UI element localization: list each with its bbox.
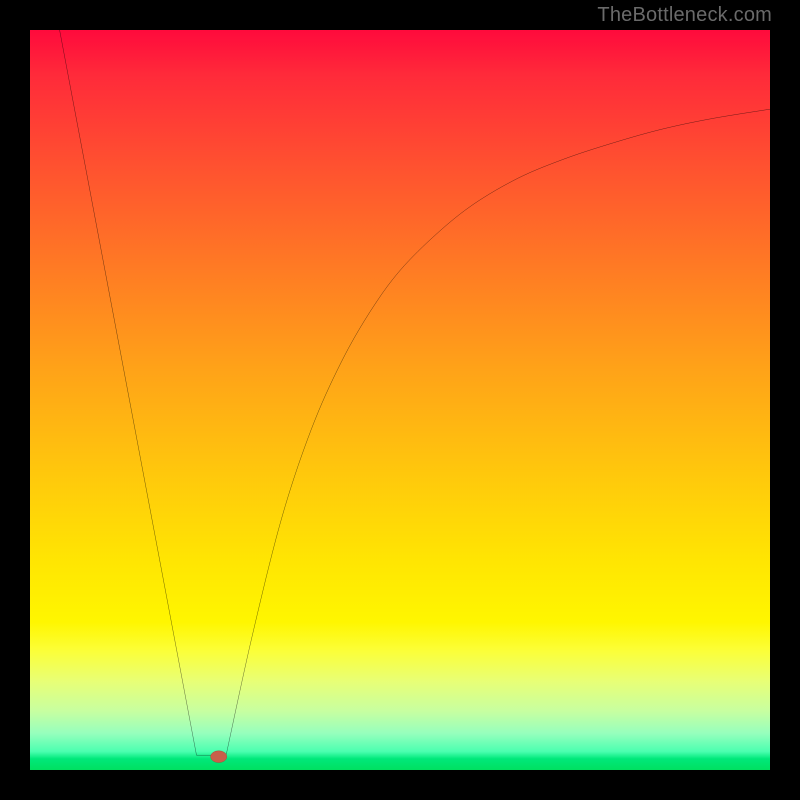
curve-left-branch xyxy=(60,30,197,755)
optimum-marker xyxy=(211,751,227,763)
curve-layer xyxy=(30,30,770,770)
watermark-text: TheBottleneck.com xyxy=(597,4,772,27)
series-group xyxy=(60,30,770,755)
chart-frame: TheBottleneck.com xyxy=(0,0,800,800)
plot-area xyxy=(30,30,770,770)
curve-right-branch xyxy=(226,109,770,755)
